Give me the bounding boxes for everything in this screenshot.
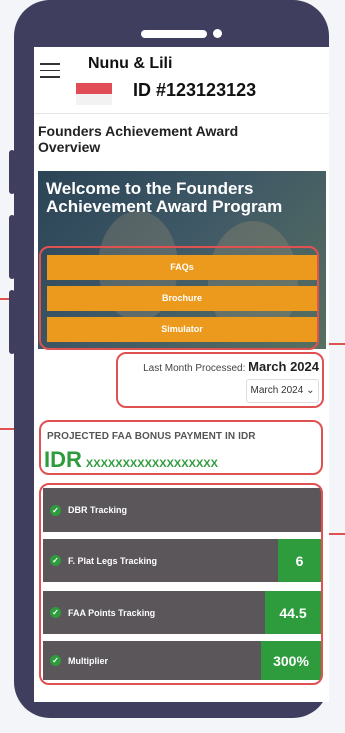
speaker-icon bbox=[141, 30, 207, 38]
indonesia-flag-icon bbox=[76, 83, 112, 105]
side-button bbox=[9, 215, 15, 279]
page-title: Founders Achievement Award Overview bbox=[38, 123, 239, 155]
side-button bbox=[9, 290, 15, 354]
account-id: ID #123123123 bbox=[133, 80, 257, 100]
hamburger-icon[interactable] bbox=[40, 63, 60, 78]
side-button bbox=[9, 150, 15, 194]
highlight-box-processed bbox=[116, 352, 324, 408]
account-name: Nunu & Lili bbox=[88, 55, 173, 72]
banner-title: Welcome to the Founders Achievement Awar… bbox=[46, 179, 283, 216]
highlight-box-projected bbox=[39, 420, 323, 475]
header-divider bbox=[34, 113, 329, 114]
camera-icon bbox=[213, 29, 222, 38]
app-screen: Nunu & Lili ID #123123123 Founders Achie… bbox=[34, 47, 329, 702]
highlight-box-buttons bbox=[39, 246, 319, 350]
highlight-box-tracking bbox=[39, 483, 323, 685]
